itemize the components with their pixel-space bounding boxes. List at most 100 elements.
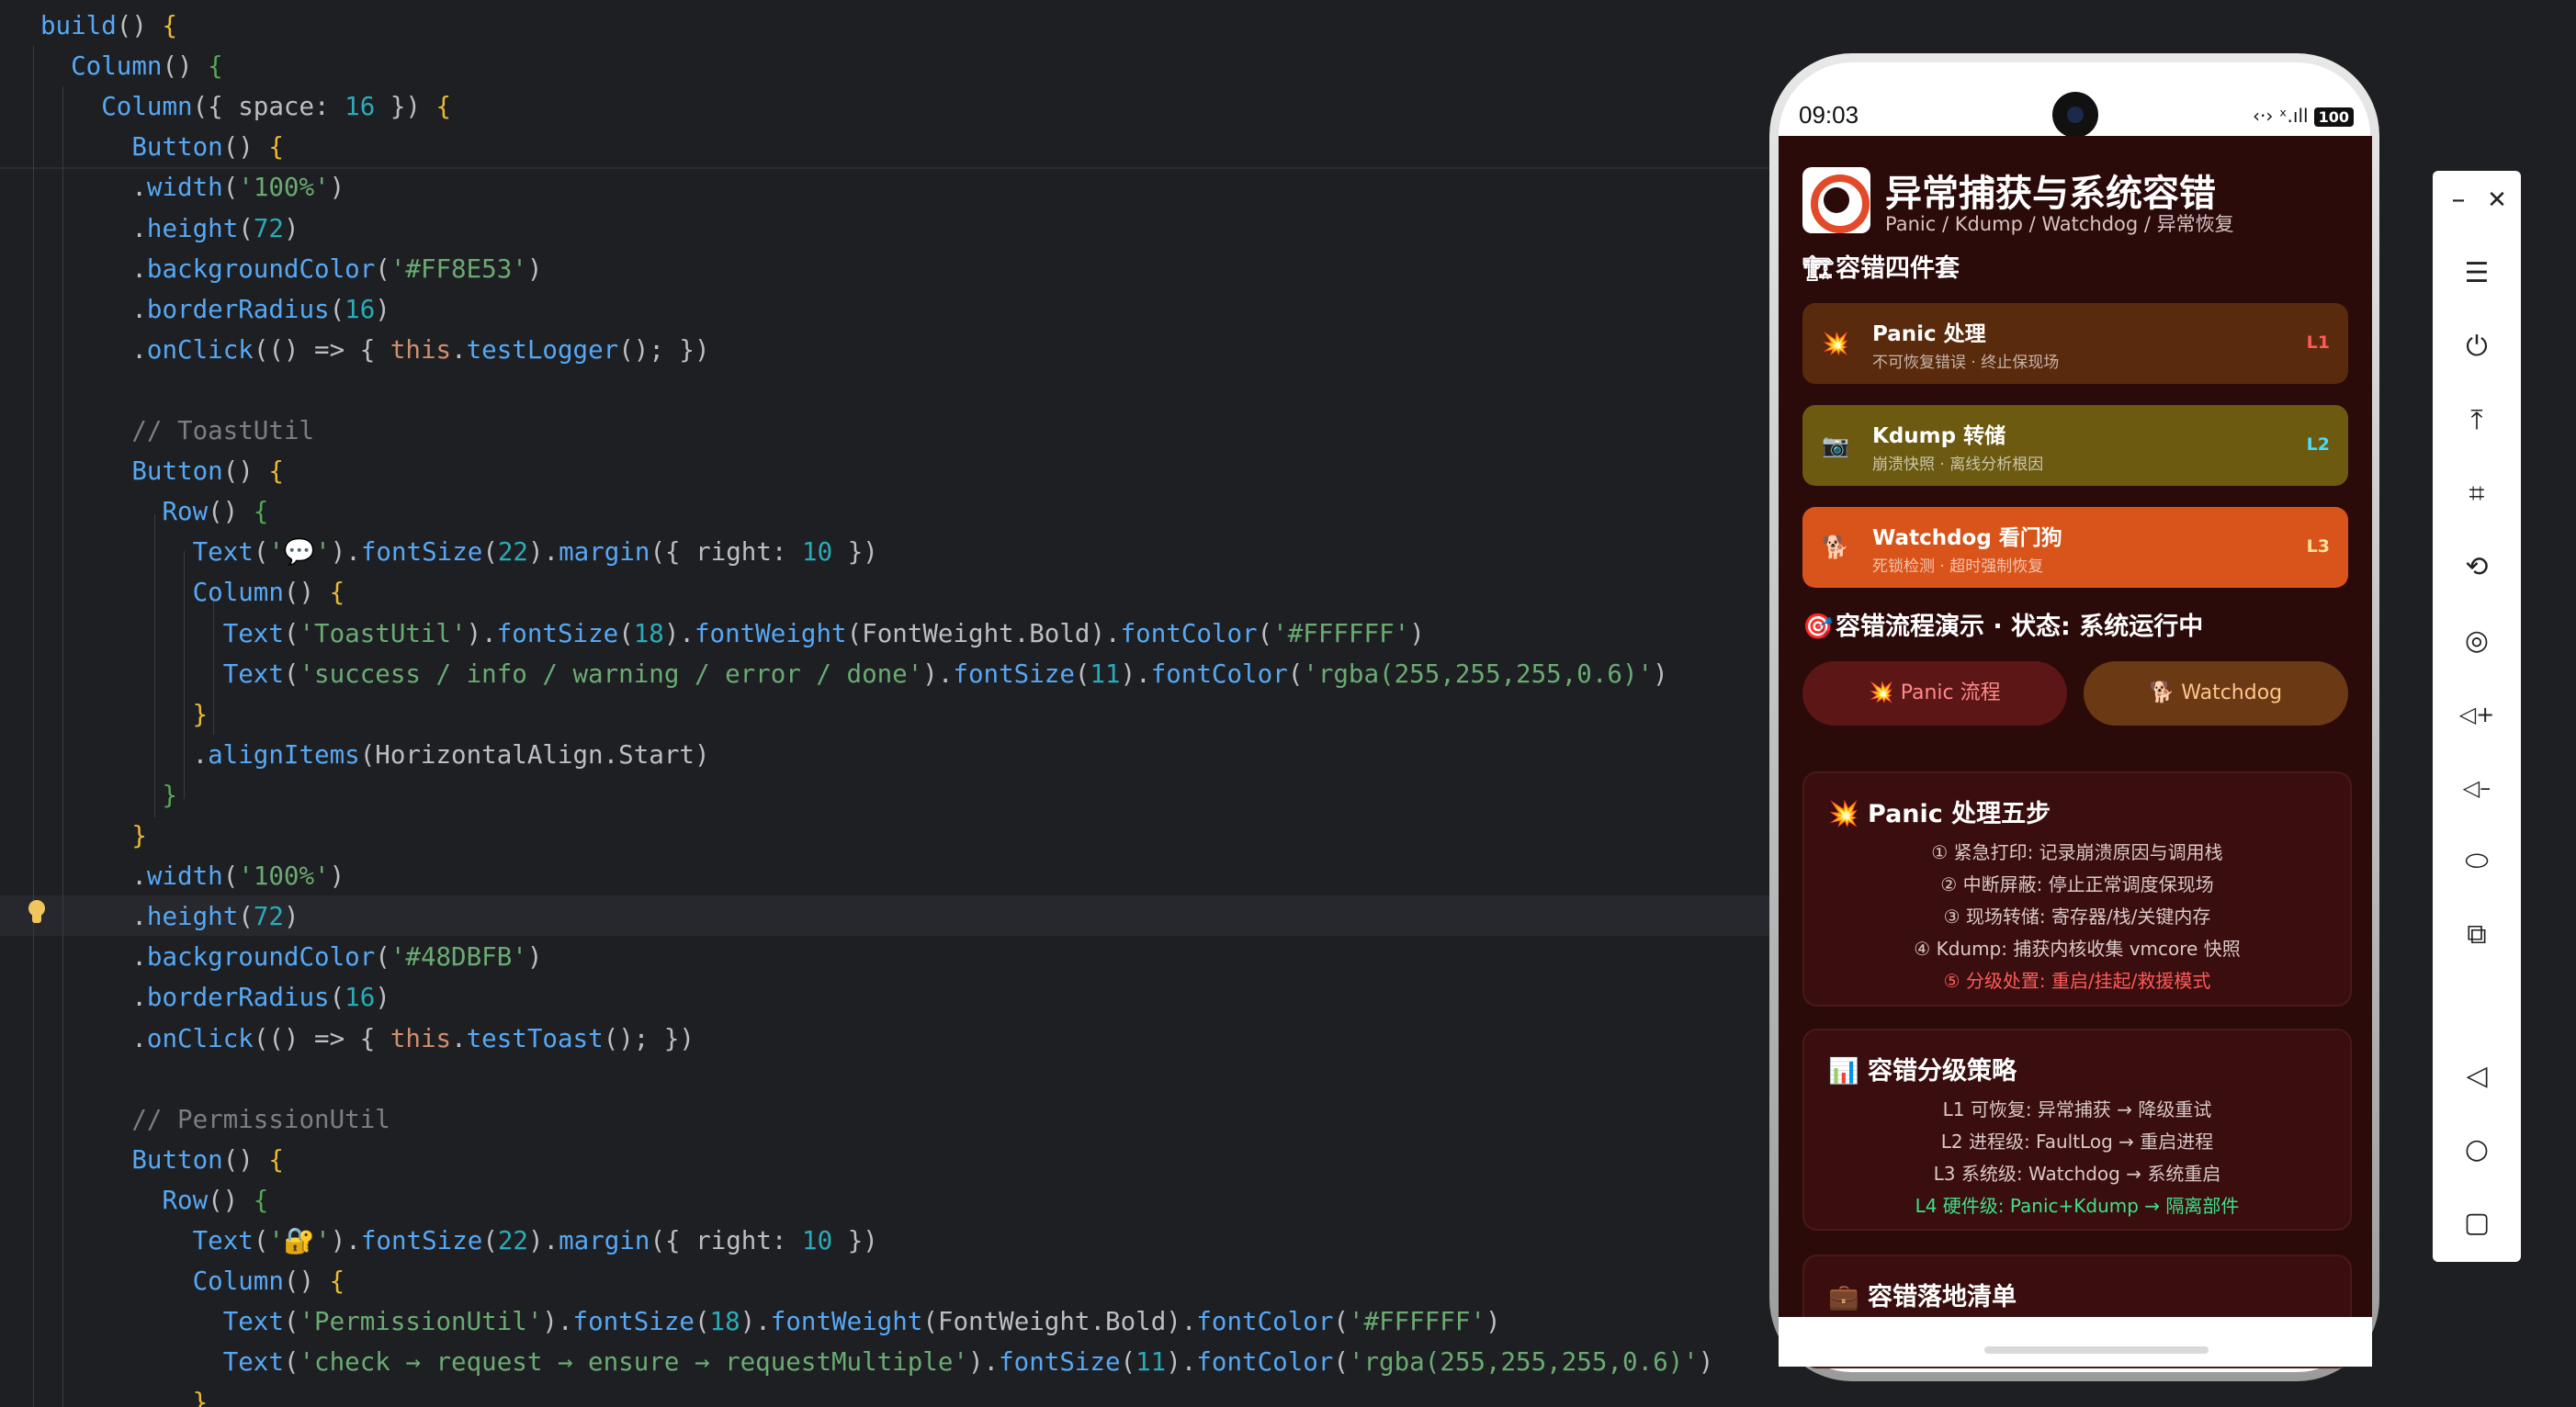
code-line[interactable]: Button() { — [40, 451, 284, 491]
lifebuoy-icon — [1802, 167, 1870, 233]
code-line[interactable]: Column() { — [40, 46, 223, 86]
section-kit-label: 容错四件套 — [1836, 254, 1960, 283]
code-line[interactable]: .backgroundColor('#FF8E53') — [40, 249, 542, 289]
code-line[interactable]: Text('check → request → ensure → request… — [40, 1342, 1714, 1382]
code-token: fontColor — [1196, 1307, 1334, 1337]
home-indicator[interactable] — [1984, 1346, 2209, 1354]
code-token: . — [451, 334, 467, 365]
code-token: Text — [222, 658, 284, 689]
code-token: ( — [329, 983, 345, 1013]
code-line[interactable]: } — [40, 694, 209, 735]
status-bar: 09:03 ‹·› ˣ.ıll 100 — [1779, 92, 2372, 138]
code-line[interactable]: Button() { — [40, 1140, 284, 1180]
code-line[interactable]: Text('PermissionUtil').fontSize(18).font… — [40, 1301, 1501, 1342]
code-line[interactable]: } — [40, 775, 177, 816]
code-token: ( — [238, 902, 254, 932]
minimize-icon[interactable]: – — [2436, 178, 2480, 222]
code-token: Text — [222, 1347, 284, 1378]
code-token: onClick — [146, 334, 254, 365]
shake-icon[interactable]: ⬭ — [2455, 839, 2499, 884]
code-token: () — [283, 1266, 330, 1297]
code-token: { — [329, 1266, 345, 1297]
code-token: 'rgba(255,255,255,0.6)' — [1303, 658, 1654, 689]
code-line[interactable]: // ToastUtil — [40, 411, 314, 451]
crop-icon[interactable]: ⌗ — [2455, 472, 2499, 516]
code-line[interactable]: .onClick(() => { this.testToast(); }) — [40, 1019, 695, 1059]
volume-down-icon[interactable]: ◁– — [2455, 766, 2499, 810]
home-icon[interactable]: ○ — [2455, 1128, 2499, 1172]
code-line[interactable]: Row() { — [40, 1180, 268, 1221]
code-token: ) — [1653, 658, 1668, 689]
code-line[interactable]: .height(72) — [40, 896, 299, 937]
code-token: ( — [283, 1307, 299, 1337]
card-kdump[interactable]: 📷 Kdump 转储 崩溃快照 · 离线分析根因 L2 — [1802, 405, 2348, 486]
card-watchdog[interactable]: 🐕 Watchdog 看门狗 死锁检测 · 超时强制恢复 L3 — [1802, 507, 2348, 588]
code-line[interactable]: // PermissionUtil — [40, 1099, 390, 1140]
code-token: fontSize — [999, 1347, 1121, 1378]
panic-flow-button[interactable]: 💥 Panic 流程 — [1802, 661, 2067, 726]
volume-up-icon[interactable]: ◁+ — [2455, 692, 2499, 737]
code-line[interactable]: Text('🔐').fontSize(22).margin({ right: 1… — [40, 1221, 878, 1261]
lightbulb-icon[interactable] — [26, 900, 48, 926]
code-line[interactable]: Column() { — [40, 572, 345, 613]
code-line[interactable]: Column() { — [40, 1261, 345, 1301]
code-line[interactable]: .onClick(() => { this.testLogger(); }) — [40, 330, 709, 370]
code-line[interactable]: .alignItems(HorizontalAlign.Start) — [40, 735, 710, 775]
code-line[interactable]: Text('ToastUtil').fontSize(18).fontWeigh… — [40, 613, 1425, 654]
card-panic[interactable]: 💥 Panic 处理 不可恢复错误 · 终止保现场 L1 — [1802, 303, 2348, 384]
close-icon[interactable]: ✕ — [2475, 178, 2519, 222]
code-line[interactable]: Row() { — [40, 491, 268, 532]
code-token: ). — [1166, 1347, 1197, 1378]
code-line[interactable]: Column({ space: 16 }) { — [40, 86, 451, 127]
code-token: 72 — [253, 213, 284, 243]
power-icon[interactable]: ⏻ — [2455, 325, 2499, 369]
code-token: { — [435, 92, 452, 122]
code-token: () — [208, 1185, 254, 1215]
code-line[interactable]: } — [40, 1382, 209, 1407]
status-icons: ‹·› ˣ.ıll 100 — [2253, 105, 2354, 127]
screenshot-icon[interactable]: ◎ — [2455, 619, 2499, 663]
code-line[interactable]: .borderRadius(16) — [40, 977, 390, 1018]
code-line[interactable]: .width('100%') — [40, 856, 345, 896]
code-token: () — [283, 578, 330, 608]
code-token: ( — [1333, 1347, 1349, 1378]
section-flow-heading: 🎯容错流程演示 · 状态: 系统运行中 — [1802, 606, 2203, 642]
code-token: '#FFFFFF' — [1348, 1307, 1486, 1337]
panel-title: 💥 Panic 处理五步 — [1828, 800, 2051, 828]
back-icon[interactable]: ◁ — [2455, 1054, 2499, 1098]
code-token: ( — [1120, 1347, 1136, 1378]
card-subtitle: 崩溃快照 · 离线分析根因 — [1872, 456, 2044, 474]
code-token: ( — [283, 1347, 299, 1378]
code-line[interactable]: .backgroundColor('#48DBFB') — [40, 937, 542, 977]
code-line[interactable]: .height(72) — [40, 208, 299, 249]
code-line[interactable]: .borderRadius(16) — [40, 289, 390, 330]
code-token: ). — [330, 537, 361, 568]
code-token: ( — [238, 213, 254, 243]
code-line[interactable]: Text('💬').fontSize(22).margin({ right: 1… — [40, 532, 878, 572]
code-token: ( — [618, 618, 634, 648]
code-editor[interactable]: build() { Column() { Column({ space: 16 … — [0, 0, 1775, 1407]
code-token: () — [222, 456, 269, 487]
code-token: }) — [375, 92, 436, 122]
code-token: 16 — [345, 983, 376, 1013]
rotate-icon[interactable]: ⟲ — [2455, 546, 2499, 590]
code-line[interactable]: Text('success / info / warning / error /… — [40, 654, 1668, 694]
code-token: . — [40, 861, 147, 892]
code-line[interactable]: .width('100%') — [40, 167, 345, 208]
multi-device-icon[interactable]: ⧉ — [2455, 913, 2499, 957]
recents-icon[interactable]: ▢ — [2455, 1201, 2499, 1245]
code-token: ) — [1409, 618, 1425, 648]
code-line[interactable]: } — [40, 816, 147, 856]
code-line[interactable]: Button() { — [40, 127, 284, 167]
code-line[interactable]: build() { — [40, 6, 177, 46]
code-token: ) — [375, 294, 390, 324]
code-token: '#FFFFFF' — [1272, 618, 1410, 648]
watchdog-button[interactable]: 🐕 Watchdog — [2084, 661, 2348, 726]
code-token: '💬' — [268, 537, 331, 568]
menu-icon[interactable]: ☰ — [2455, 252, 2499, 296]
pin-top-icon[interactable]: ⤒ — [2455, 399, 2499, 443]
